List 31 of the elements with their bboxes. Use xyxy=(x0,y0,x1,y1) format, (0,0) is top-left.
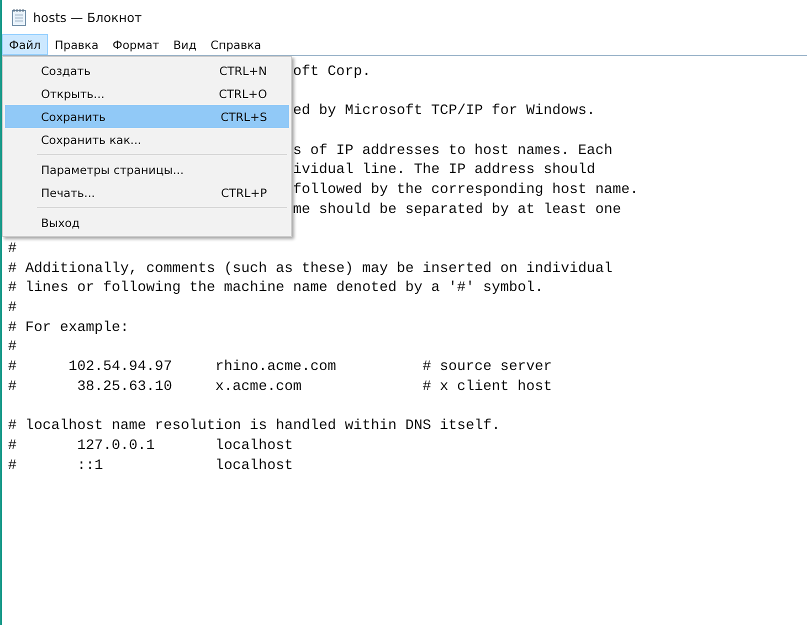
menu-entry[interactable]: Выход xyxy=(5,211,289,234)
menu-entry[interactable]: Параметры страницы... xyxy=(5,158,289,181)
code-line: # lines or following the machine name denoted by a '#' symbol. xyxy=(8,280,544,296)
code-line: me should be separated by at least one xyxy=(293,202,622,218)
menu-item[interactable]: Формат xyxy=(106,34,166,55)
code-line: followed by the corresponding host name. xyxy=(293,182,638,198)
menu-item[interactable]: Файл xyxy=(2,34,48,55)
menu-entry[interactable]: Открыть... CTRL+O xyxy=(5,82,289,105)
code-line: # 127.0.0.1 localhost xyxy=(8,438,293,454)
menu-entry[interactable]: Сохранить CTRL+S xyxy=(5,105,289,128)
menu-entry[interactable]: Печать... CTRL+P xyxy=(5,181,289,204)
code-line: # xyxy=(8,339,17,356)
menu-entry[interactable]: Создать CTRL+N xyxy=(5,59,289,82)
code-line: ed by Microsoft TCP/IP for Windows. xyxy=(293,103,596,120)
code-line: ividual line. The IP address should xyxy=(293,162,596,178)
window-title: hosts — Блокнот xyxy=(33,10,142,24)
code-line: # xyxy=(8,241,17,258)
code-line: # 38.25.63.10 x.acme.com # x client host xyxy=(8,378,552,395)
code-line: # ::1 localhost xyxy=(8,458,293,474)
code-line: # xyxy=(8,300,17,316)
code-line: s of IP addresses to host names. Each xyxy=(293,142,613,159)
code-line: # Additionally, comments (such as these) may be inserted on individual xyxy=(8,260,613,277)
notepad-icon xyxy=(11,8,27,26)
menu-item[interactable]: Вид xyxy=(166,34,204,55)
code-line: oft Corp. xyxy=(293,64,371,80)
code-line: # For example: xyxy=(8,320,129,336)
code-line: # 102.54.94.97 rhino.acme.com # source server xyxy=(8,359,552,376)
menu-entry[interactable]: Сохранить как... xyxy=(5,128,289,151)
code-line: # localhost name resolution is handled within DNS itself. xyxy=(8,418,500,434)
menu-item[interactable]: Справка xyxy=(204,34,268,55)
menu-item[interactable]: Правка xyxy=(48,34,106,55)
